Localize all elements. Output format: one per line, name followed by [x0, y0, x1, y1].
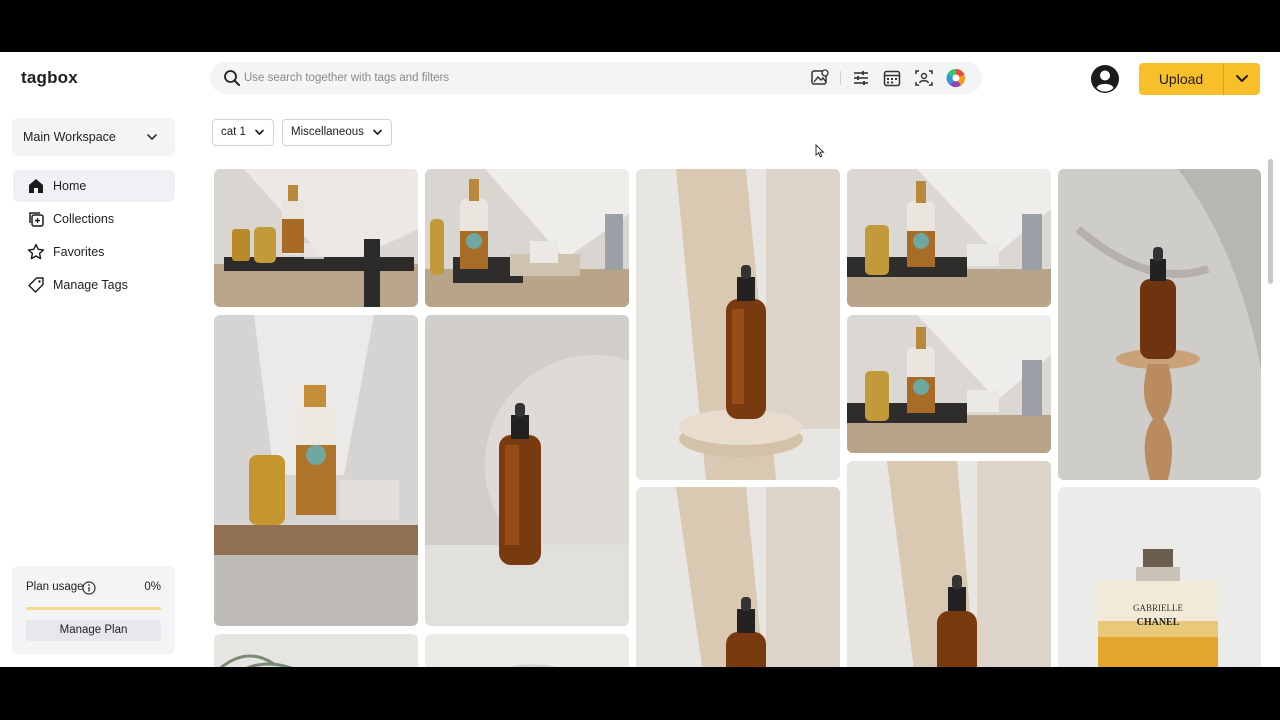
- gallery-image[interactable]: [425, 634, 629, 667]
- image-search-icon[interactable]: [810, 68, 830, 88]
- filter-label: Miscellaneous: [291, 126, 364, 138]
- plan-usage-card: Plan usage 0% Manage Plan: [12, 566, 175, 654]
- toolbar-divider: [840, 71, 841, 85]
- upload-options-button[interactable]: [1224, 63, 1260, 95]
- sidebar-item-label: Collections: [53, 212, 115, 226]
- chevron-down-icon: [1236, 75, 1248, 82]
- sidebar-item-label: Manage Tags: [53, 278, 128, 292]
- user-avatar-icon[interactable]: [1090, 64, 1120, 94]
- chevron-down-icon: [255, 129, 264, 136]
- plan-usage-percent: 0%: [144, 581, 161, 593]
- gallery-image[interactable]: [214, 169, 418, 307]
- workspace-name: Main Workspace: [23, 130, 116, 144]
- tag-icon: [28, 277, 44, 293]
- perfume-label-text: GABRIELLE: [1133, 603, 1183, 613]
- sidebar-item-collections[interactable]: Collections: [13, 203, 175, 235]
- workspace-selector[interactable]: Main Workspace: [12, 118, 175, 156]
- mouse-cursor-icon: [815, 144, 825, 158]
- app-logo[interactable]: tagbox: [21, 68, 78, 88]
- color-wheel-icon[interactable]: [946, 68, 966, 88]
- upload-button[interactable]: Upload: [1139, 63, 1223, 95]
- plan-usage-label: Plan usage: [26, 581, 84, 593]
- gallery-image[interactable]: [425, 315, 629, 626]
- gallery-image[interactable]: [214, 315, 418, 626]
- perfume-brand-text: CHANEL: [1137, 617, 1180, 628]
- sidebar-item-favorites[interactable]: Favorites: [13, 236, 175, 268]
- sidebar-item-label: Favorites: [53, 245, 105, 259]
- gallery-image[interactable]: [847, 315, 1051, 453]
- filter-label: cat 1: [221, 126, 246, 138]
- filter-cat-1[interactable]: cat 1: [212, 119, 274, 146]
- gallery-image[interactable]: [636, 487, 840, 667]
- search-icon: [224, 70, 240, 86]
- gallery-image[interactable]: [1058, 169, 1261, 480]
- search-input[interactable]: [244, 62, 804, 94]
- face-scan-icon[interactable]: [914, 68, 934, 88]
- info-icon[interactable]: [82, 581, 96, 595]
- gallery-image[interactable]: GABRIELLE CHANEL: [1058, 487, 1261, 667]
- search-bar[interactable]: [210, 62, 982, 94]
- star-icon: [27, 243, 45, 260]
- gallery-image[interactable]: [847, 461, 1051, 667]
- plan-usage-progress: [26, 607, 161, 610]
- filter-miscellaneous[interactable]: Miscellaneous: [282, 119, 392, 146]
- sliders-icon[interactable]: [851, 68, 871, 88]
- gallery-image[interactable]: [214, 634, 418, 667]
- home-icon: [29, 179, 43, 193]
- upload-split-button: Upload: [1139, 63, 1260, 95]
- chevron-down-icon: [147, 134, 157, 141]
- chevron-down-icon: [373, 129, 382, 136]
- gallery-image[interactable]: [425, 169, 629, 307]
- calendar-icon[interactable]: [882, 68, 902, 88]
- sidebar-item-manage-tags[interactable]: Manage Tags: [13, 269, 175, 301]
- gallery-image[interactable]: [847, 169, 1051, 307]
- collections-icon: [29, 212, 44, 227]
- sidebar-item-home[interactable]: Home: [13, 170, 175, 202]
- gallery-image[interactable]: [636, 169, 840, 480]
- manage-plan-button[interactable]: Manage Plan: [26, 620, 161, 641]
- scrollbar-thumb[interactable]: [1268, 159, 1273, 284]
- app-window: tagbox Upload Main Workspace Home Collec…: [0, 52, 1280, 667]
- sidebar-item-label: Home: [53, 179, 87, 193]
